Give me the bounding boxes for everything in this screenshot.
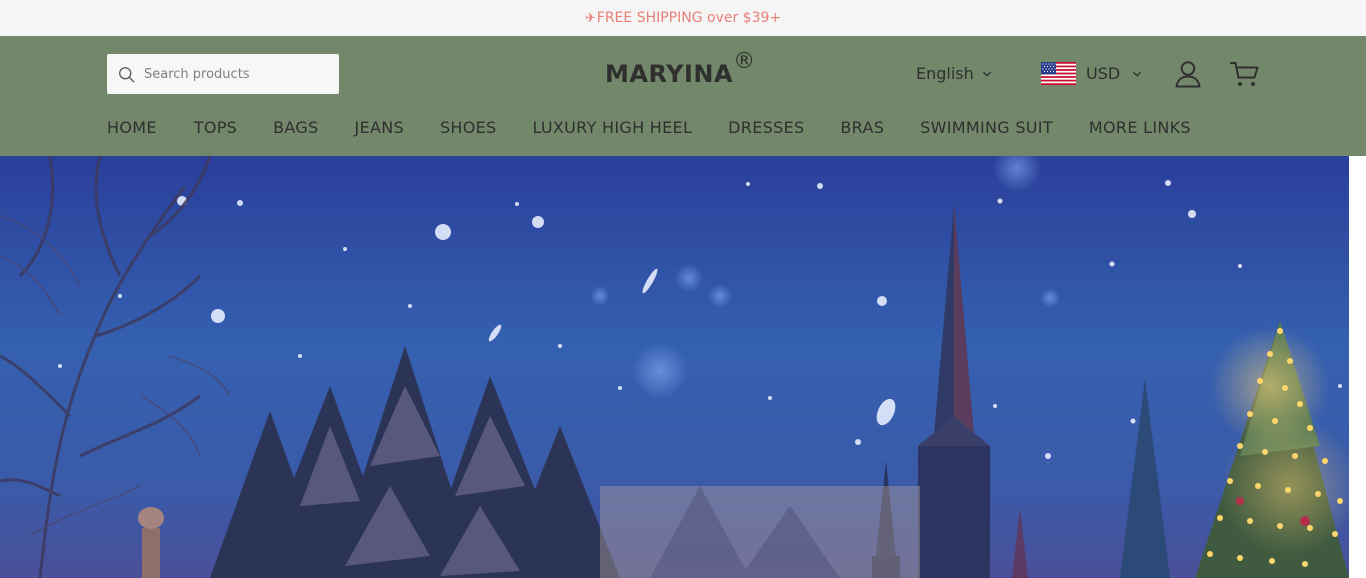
user-icon[interactable]	[1173, 59, 1203, 89]
main-nav: HOME TOPS BAGS JEANS SHOES LUXURY HIGH H…	[107, 118, 1191, 137]
language-label: English	[916, 64, 974, 83]
nav-item-luxury-high-heel[interactable]: LUXURY HIGH HEEL	[532, 118, 692, 137]
registered-mark: ®	[733, 49, 756, 74]
hero-image	[0, 156, 1349, 578]
nav-item-dresses[interactable]: DRESSES	[728, 118, 804, 137]
currency-selector[interactable]: USD	[1041, 62, 1142, 85]
nav-item-home[interactable]: HOME	[107, 118, 157, 137]
nav-item-swimming-suit[interactable]: SWIMMING SUIT	[920, 118, 1053, 137]
announcement-bar: ✈ FREE SHIPPING over $39+	[0, 0, 1366, 36]
chevron-down-icon	[982, 71, 991, 77]
nav-item-bags[interactable]: BAGS	[273, 118, 318, 137]
nav-item-bras[interactable]: BRAS	[840, 118, 884, 137]
site-logo[interactable]: MARYINA®	[605, 51, 756, 92]
chevron-down-icon	[1133, 71, 1142, 77]
search-box[interactable]	[107, 54, 339, 94]
hero-banner[interactable]	[0, 156, 1349, 578]
currency-label: USD	[1086, 64, 1121, 83]
search-input[interactable]	[144, 66, 324, 82]
us-flag-icon	[1041, 62, 1076, 85]
nav-item-jeans[interactable]: JEANS	[355, 118, 404, 137]
nav-item-shoes[interactable]: SHOES	[440, 118, 497, 137]
airplane-icon: ✈	[584, 10, 596, 26]
nav-item-tops[interactable]: TOPS	[194, 118, 237, 137]
language-selector[interactable]: English	[916, 64, 992, 83]
search-icon	[119, 66, 135, 82]
logo-text: MARYINA	[605, 60, 734, 88]
nav-item-more-links[interactable]: MORE LINKS	[1089, 118, 1191, 137]
announcement-text: FREE SHIPPING over $39+	[596, 10, 782, 26]
cart-icon[interactable]	[1229, 59, 1261, 89]
site-header: MARYINA® English USD	[0, 36, 1366, 156]
